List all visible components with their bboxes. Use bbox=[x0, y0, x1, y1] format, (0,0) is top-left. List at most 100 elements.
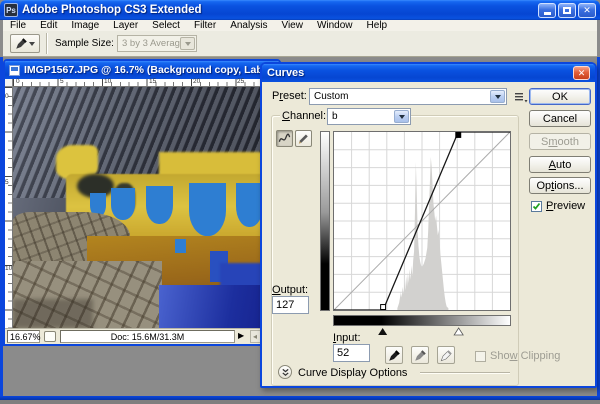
document-file-icon bbox=[9, 64, 20, 76]
menu-image[interactable]: Image bbox=[64, 20, 106, 31]
menu-file[interactable]: File bbox=[3, 20, 33, 31]
ruler-number: 10 bbox=[104, 78, 112, 85]
black-point-eyedropper-button[interactable] bbox=[385, 346, 403, 364]
minimize-icon bbox=[543, 12, 551, 15]
horizontal-ruler: 0 5 10 15 20 25 bbox=[13, 78, 279, 87]
tool-dropdown-caret-icon bbox=[29, 41, 35, 46]
photo-blue-arch bbox=[146, 185, 173, 225]
desktop-strip bbox=[0, 400, 600, 404]
curve-plot-svg bbox=[333, 131, 511, 311]
gray-point-eyedropper-button[interactable] bbox=[411, 346, 429, 364]
options-separator bbox=[46, 33, 48, 54]
curve-tool-icon bbox=[278, 133, 291, 142]
preset-dropdown-arrow-icon bbox=[490, 90, 505, 103]
photoshop-logo-icon: Ps bbox=[4, 3, 18, 17]
input-field[interactable] bbox=[333, 344, 370, 362]
status-menu-arrow-icon[interactable]: ▶ bbox=[238, 331, 244, 340]
ruler-number: 0 bbox=[16, 78, 20, 85]
document-title: IMGP1567.JPG @ 16.7% (Background copy, L… bbox=[24, 64, 275, 76]
preset-dropdown[interactable]: Custom bbox=[309, 88, 507, 105]
document-statusbar: 16.67% Doc: 15.6M/31.3M ▶ ◂ bbox=[5, 328, 279, 344]
app-titlebar[interactable]: Ps Adobe Photoshop CS3 Extended ✕ bbox=[0, 0, 600, 20]
menu-filter[interactable]: Filter bbox=[187, 20, 223, 31]
smooth-button[interactable]: Sm ooth bbox=[529, 133, 591, 150]
show-clipping-row: Show Clipping bbox=[475, 350, 560, 362]
sample-size-value: 3 by 3 Average bbox=[122, 38, 186, 49]
app-title: Adobe Photoshop CS3 Extended bbox=[22, 4, 202, 16]
doc-size-value: Doc: 15.6M/31.3M bbox=[110, 331, 185, 342]
pencil-tool-button[interactable] bbox=[295, 130, 312, 147]
ok-button[interactable]: OK bbox=[529, 88, 591, 105]
output-label: Output: bbox=[272, 284, 309, 296]
input-gradient-bar bbox=[333, 315, 511, 326]
photo-region-shadow bbox=[13, 299, 93, 328]
menu-view[interactable]: View bbox=[274, 20, 310, 31]
options-button[interactable]: Op t ions... bbox=[529, 177, 591, 194]
sample-size-dropdown[interactable]: 3 by 3 Average bbox=[117, 35, 197, 52]
gray-eyedropper-icon bbox=[414, 349, 426, 361]
minimize-button[interactable] bbox=[538, 2, 556, 18]
maximize-button[interactable] bbox=[558, 2, 576, 18]
status-page-icon bbox=[44, 331, 56, 342]
ruler-number: 5 bbox=[5, 179, 9, 186]
menu-help[interactable]: Help bbox=[360, 20, 395, 31]
curve-plot-area[interactable] bbox=[333, 131, 511, 311]
ruler-number: 10 bbox=[5, 265, 13, 272]
photo-blue-window bbox=[175, 238, 186, 254]
separator-line bbox=[420, 372, 510, 373]
cancel-button[interactable]: Cancel bbox=[529, 110, 591, 127]
input-label: Input: bbox=[333, 332, 361, 344]
sample-size-label: Sample Size: bbox=[55, 38, 114, 49]
check-icon bbox=[532, 202, 541, 210]
document-titlebar[interactable]: IMGP1567.JPG @ 16.7% (Background copy, L… bbox=[5, 61, 279, 79]
white-eyedropper-icon bbox=[440, 349, 452, 361]
eyedropper-tool-button[interactable] bbox=[10, 34, 40, 53]
output-gradient-bar bbox=[320, 131, 330, 311]
white-point-eyedropper-button[interactable] bbox=[437, 346, 455, 364]
output-field[interactable] bbox=[272, 296, 309, 314]
photoshop-window: Ps Adobe Photoshop CS3 Extended ✕ File E… bbox=[0, 0, 600, 404]
curves-dialog: Curves ✕ Preset: Custom OK Cancel Sm ooth… bbox=[260, 62, 597, 388]
menu-layer[interactable]: Layer bbox=[106, 20, 145, 31]
menu-select[interactable]: Select bbox=[145, 20, 187, 31]
image-canvas[interactable] bbox=[13, 87, 279, 328]
black-eyedropper-icon bbox=[388, 349, 400, 361]
menu-analysis[interactable]: Analysis bbox=[223, 20, 274, 31]
curves-close-button[interactable]: ✕ bbox=[573, 66, 590, 80]
pencil-icon bbox=[298, 134, 308, 144]
document-window: IMGP1567.JPG @ 16.7% (Background copy, L… bbox=[3, 59, 281, 346]
curve-display-options-label: Curve Display Options bbox=[298, 367, 408, 379]
preview-checkbox[interactable] bbox=[531, 200, 542, 212]
double-chevron-down-icon bbox=[281, 368, 289, 376]
ruler-number: 15 bbox=[149, 78, 157, 85]
menu-window[interactable]: Window bbox=[310, 20, 360, 31]
auto-button[interactable]: Auto bbox=[529, 156, 591, 173]
doc-size-field: Doc: 15.6M/31.3M bbox=[60, 330, 235, 343]
preset-options-button[interactable] bbox=[514, 91, 528, 104]
preview-label: Preview bbox=[546, 200, 586, 212]
show-clipping-checkbox[interactable] bbox=[475, 350, 486, 362]
zoom-level-field[interactable]: 16.67% bbox=[7, 330, 41, 343]
close-icon: ✕ bbox=[583, 4, 591, 15]
channel-dropdown[interactable]: b bbox=[327, 108, 411, 125]
close-icon: ✕ bbox=[577, 67, 586, 78]
options-bar: Sample Size: 3 by 3 Average bbox=[3, 31, 597, 57]
show-clipping-label: Show Clipping bbox=[490, 350, 561, 362]
curve-point-tool-button[interactable] bbox=[276, 130, 293, 147]
curves-dialog-titlebar[interactable]: Curves ✕ bbox=[262, 64, 595, 82]
preset-value: Custom bbox=[314, 91, 349, 102]
menu-bar: File Edit Image Layer Select Filter Anal… bbox=[3, 20, 597, 31]
channel-dropdown-arrow-icon bbox=[394, 110, 409, 123]
ruler-number: 0 bbox=[5, 93, 9, 100]
zoom-level-value: 16.67% bbox=[10, 331, 41, 342]
photo-blue-arch bbox=[188, 183, 226, 237]
preview-checkbox-row: Preview bbox=[531, 200, 585, 212]
preset-label: Preset: bbox=[272, 90, 307, 102]
curves-dialog-title: Curves bbox=[267, 67, 305, 79]
ruler-number: 25 bbox=[237, 78, 245, 85]
close-button[interactable]: ✕ bbox=[578, 2, 596, 18]
curve-display-options-expander[interactable] bbox=[278, 365, 292, 379]
scroll-left-arrow-icon: ◂ bbox=[253, 332, 258, 341]
menu-edit[interactable]: Edit bbox=[33, 20, 64, 31]
eyedropper-icon bbox=[16, 38, 27, 49]
